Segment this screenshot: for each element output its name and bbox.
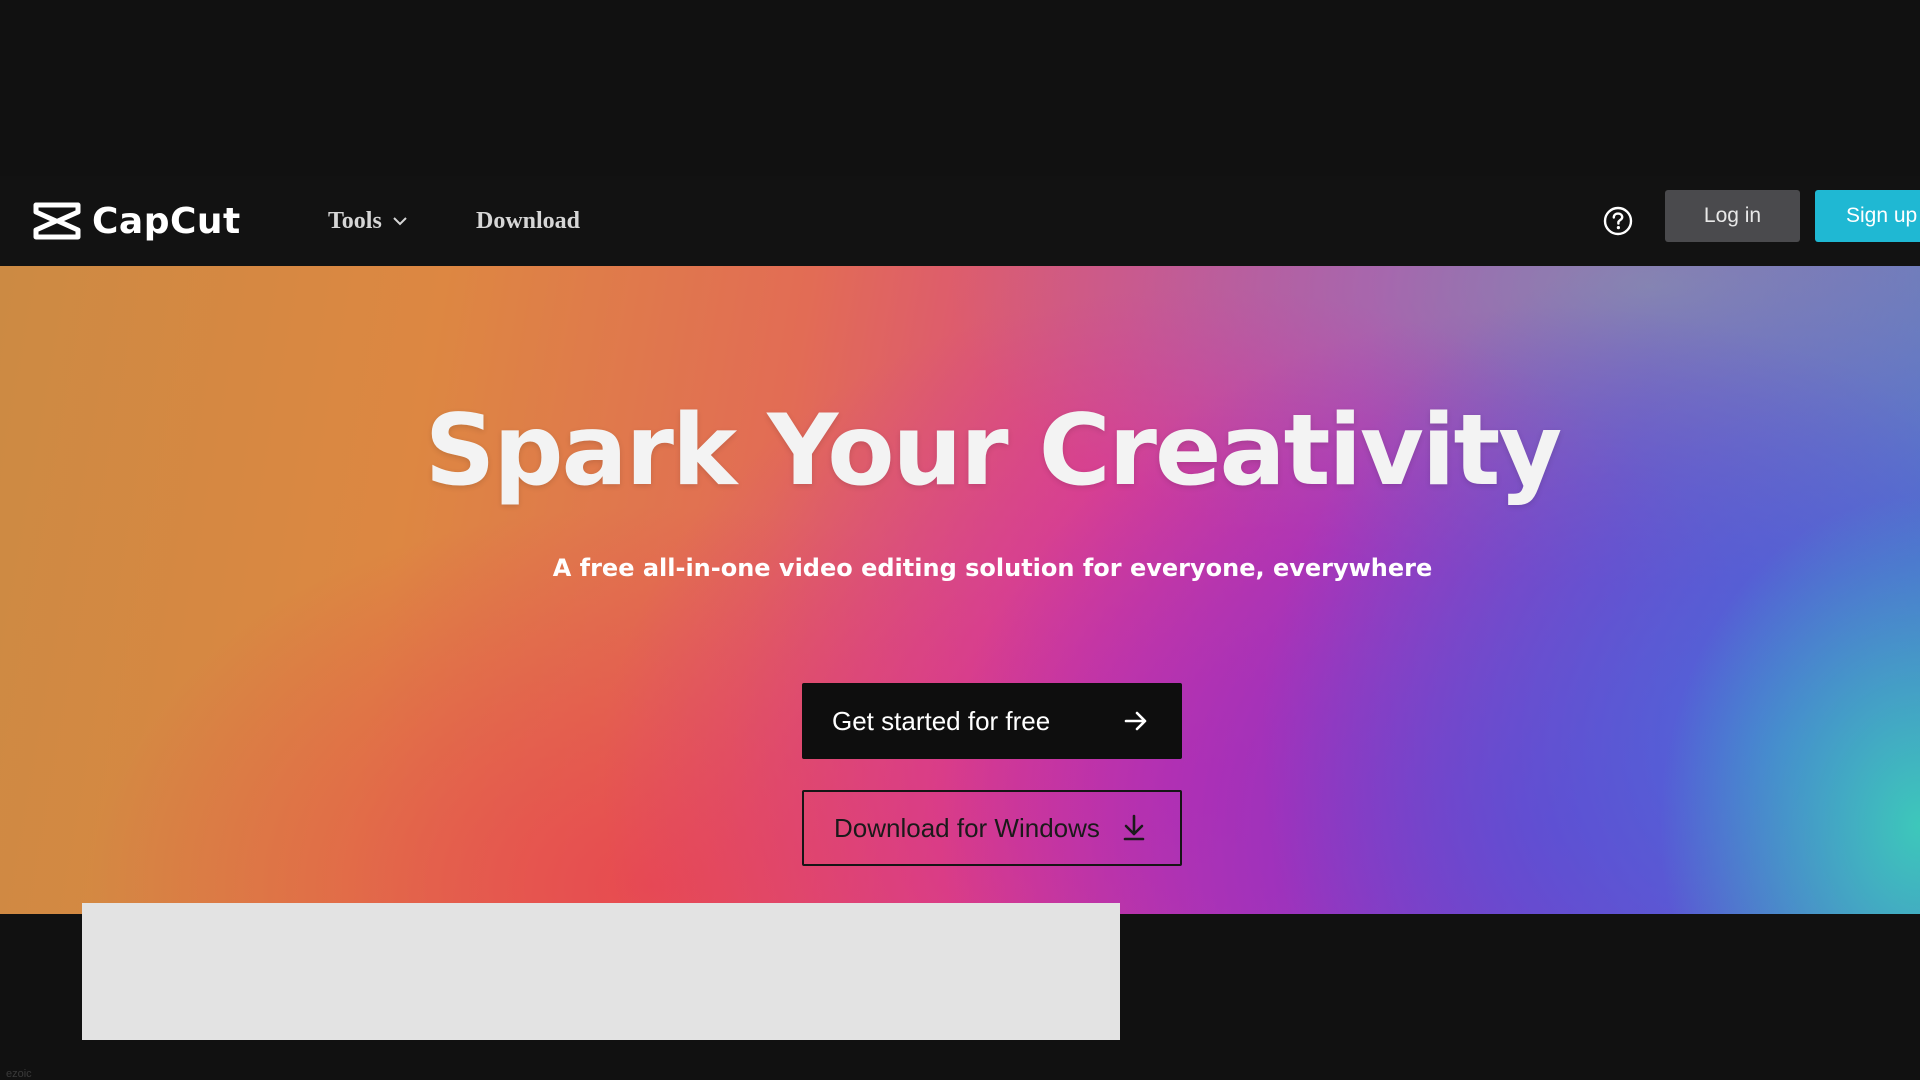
ezoic-watermark: ezoic — [6, 1068, 32, 1080]
login-button[interactable]: Log in — [1665, 190, 1800, 242]
download-windows-button[interactable]: Download for Windows — [802, 790, 1182, 866]
ad-placeholder — [82, 903, 1120, 1040]
question-circle-icon[interactable] — [1602, 205, 1634, 237]
hero-banner: Spark Your Creativity A free all-in-one … — [0, 266, 1920, 914]
get-started-label: Get started for free — [832, 705, 1051, 736]
signup-button[interactable]: Sign up — [1815, 190, 1920, 242]
top-navbar: CapCut Tools Download Log in Sign up — [0, 176, 1920, 266]
nav-tools-menu[interactable]: Tools — [328, 204, 408, 238]
page: CapCut Tools Download Log in Sign up Spa… — [0, 0, 1920, 1080]
nav-tools-label: Tools — [328, 207, 382, 234]
brand-name: CapCut — [92, 200, 241, 242]
capcut-logo-icon — [33, 202, 81, 240]
capcut-logo[interactable]: CapCut — [32, 195, 241, 247]
nav-download-link[interactable]: Download — [476, 204, 580, 238]
download-icon — [1123, 814, 1145, 841]
hero-subtitle: A free all-in-one video editing solution… — [552, 554, 1433, 582]
get-started-button[interactable]: Get started for free — [802, 683, 1182, 759]
chevron-down-icon — [393, 217, 407, 226]
arrow-right-icon — [1124, 711, 1147, 731]
download-windows-label: Download for Windows — [834, 812, 1100, 843]
hero-title: Spark Your Creativity — [424, 394, 1562, 508]
nav-download-label: Download — [476, 207, 581, 234]
